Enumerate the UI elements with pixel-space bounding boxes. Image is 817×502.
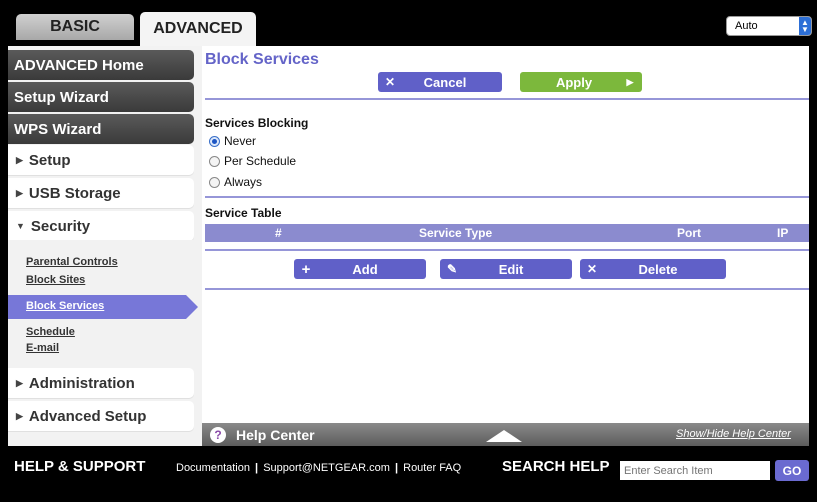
triangle-right-icon: ▶: [16, 187, 23, 198]
triangle-right-icon: ▶: [16, 377, 23, 388]
column-header-service-type: Service Type: [419, 226, 493, 240]
edit-label: Edit: [498, 261, 524, 277]
add-button[interactable]: + Add: [294, 259, 426, 279]
apply-label: Apply: [555, 74, 593, 90]
sidebar-item-setup[interactable]: ▶ Setup: [8, 145, 194, 175]
help-center-title: Help Center: [236, 426, 315, 443]
service-table-header: # Service Type Port IP: [205, 224, 809, 242]
submenu-block-sites[interactable]: Block Sites: [26, 274, 85, 286]
submenu-parental-controls[interactable]: Parental Controls: [26, 256, 118, 268]
edit-button[interactable]: ✎ Edit: [440, 259, 572, 279]
triangle-right-icon: ▶: [16, 154, 23, 165]
radio-label: Always: [224, 175, 263, 189]
service-table-label: Service Table: [205, 206, 282, 220]
pencil-icon: ✎: [446, 262, 458, 276]
sidebar-item-label: Security: [30, 217, 91, 235]
delete-label: Delete: [638, 261, 678, 277]
active-pointer-icon: [186, 295, 198, 319]
radio-selected-icon: [209, 135, 220, 147]
services-blocking-label: Services Blocking: [205, 116, 309, 130]
sidebar-item-advanced-home[interactable]: ADVANCED Home: [8, 50, 194, 80]
search-help-title: SEARCH HELP: [502, 458, 610, 475]
triangle-down-icon: ▼: [16, 221, 25, 231]
expand-arrow-icon[interactable]: [486, 430, 522, 442]
show-hide-help-link[interactable]: Show/Hide Help Center: [676, 428, 791, 440]
support-links: Documentation | Support@NETGEAR.com | Ro…: [176, 462, 462, 474]
language-select[interactable]: Auto ▲ ▼: [726, 16, 812, 36]
radio-never[interactable]: Never: [209, 134, 256, 148]
router-faq-link[interactable]: Router FAQ: [403, 462, 461, 474]
help-support-title: HELP & SUPPORT: [14, 458, 146, 475]
add-label: Add: [352, 261, 378, 277]
language-selected-value: Auto: [735, 20, 758, 32]
submenu-block-services[interactable]: Block Services: [26, 300, 104, 312]
sidebar-item-usb-storage[interactable]: ▶ USB Storage: [8, 178, 194, 208]
radio-per-schedule[interactable]: Per Schedule: [209, 154, 296, 168]
updown-arrow-icon: ▲ ▼: [799, 17, 811, 35]
sidebar-item-label: Advanced Setup: [28, 407, 147, 425]
column-header-ip: IP: [777, 226, 789, 240]
documentation-link[interactable]: Documentation: [176, 462, 250, 474]
column-header-number: #: [275, 226, 282, 240]
sidebar-item-administration[interactable]: ▶ Administration: [8, 368, 194, 398]
radio-empty-icon: [209, 155, 220, 167]
submenu-schedule[interactable]: Schedule: [26, 326, 75, 338]
sidebar-item-label: Setup: [28, 151, 71, 169]
divider: [205, 288, 809, 290]
tab-basic[interactable]: BASIC: [16, 14, 134, 40]
triangle-right-icon: ▶: [16, 410, 23, 421]
delete-button[interactable]: ✕ Delete: [580, 259, 726, 279]
close-icon: ✕: [384, 75, 396, 89]
apply-button[interactable]: Apply ▶: [520, 72, 642, 92]
sidebar-item-label: Administration: [28, 374, 135, 392]
go-button[interactable]: GO: [775, 460, 809, 481]
close-icon: ✕: [586, 262, 598, 276]
cancel-button[interactable]: ✕ Cancel: [378, 72, 502, 92]
radio-empty-icon: [209, 176, 220, 188]
sidebar-item-setup-wizard[interactable]: Setup Wizard: [8, 82, 194, 112]
tab-advanced[interactable]: ADVANCED: [140, 12, 256, 46]
radio-label: Per Schedule: [224, 154, 297, 168]
sidebar-item-advanced-setup[interactable]: ▶ Advanced Setup: [8, 401, 194, 431]
question-icon: ?: [210, 426, 226, 443]
search-input[interactable]: [620, 461, 770, 480]
submenu-email[interactable]: E-mail: [26, 342, 59, 354]
column-header-port: Port: [677, 226, 701, 240]
plus-icon: +: [301, 260, 311, 278]
radio-label: Never: [224, 134, 257, 148]
sidebar-item-label: USB Storage: [28, 184, 121, 202]
support-email-link[interactable]: Support@NETGEAR.com: [263, 462, 390, 474]
divider: [205, 98, 809, 100]
sidebar-item-security[interactable]: ▼ Security: [8, 211, 194, 241]
play-icon: ▶: [626, 76, 634, 87]
cancel-label: Cancel: [423, 74, 467, 90]
page-title: Block Services: [205, 51, 319, 68]
divider: [205, 196, 809, 198]
divider: [205, 249, 809, 251]
sidebar-item-wps-wizard[interactable]: WPS Wizard: [8, 114, 194, 144]
radio-always[interactable]: Always: [209, 175, 262, 189]
